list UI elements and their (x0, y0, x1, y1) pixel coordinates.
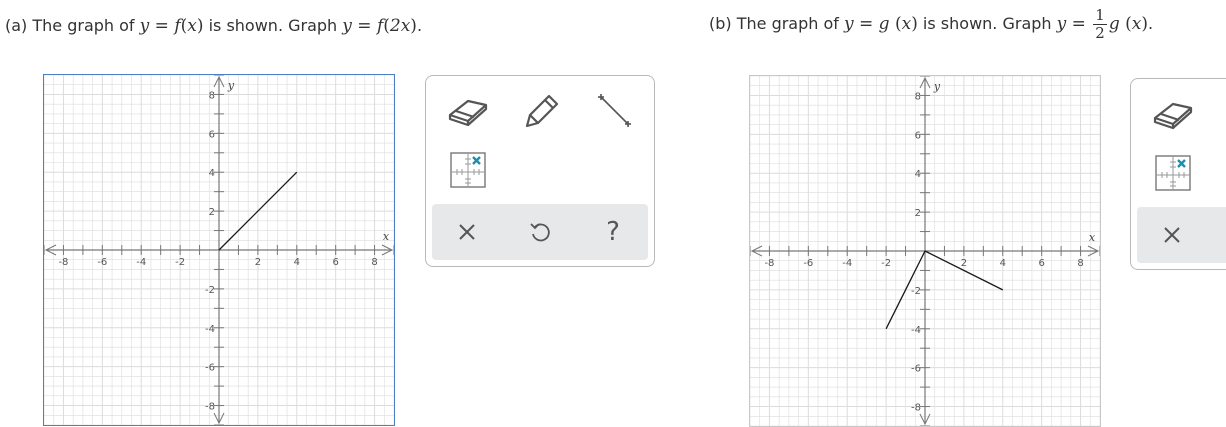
eraser-icon (1153, 102, 1193, 130)
action-bar-a: ? (432, 204, 648, 260)
pencil-tool-button[interactable] (515, 88, 567, 132)
graph-b-x-tick-label: 4 (1000, 258, 1006, 269)
graph-a-y-tick-label: -6 (205, 363, 215, 374)
graph-b-canvas[interactable]: -8 -6 -4 -2 2 4 6 8 8 6 4 2 -2 -4 -6 -8 x y (749, 75, 1101, 427)
prompt-b-prefix: (b) The graph of (709, 14, 844, 33)
graph-b-svg[interactable]: -8 -6 -4 -2 2 4 6 8 8 6 4 2 -2 -4 -6 -8 x y (750, 76, 1100, 426)
graph-a-y-tick-label: 4 (209, 168, 215, 179)
prompt-b-middle: is shown. Graph (917, 14, 1057, 33)
eraser-icon (448, 99, 488, 127)
clear-button-b[interactable] (1147, 213, 1197, 257)
graph-a-y-tick-label: 8 (209, 90, 215, 101)
prompt-a-middle: is shown. Graph (203, 16, 343, 35)
graph-b-x-tick-label: -8 (764, 258, 774, 269)
graph-a-x-axis-label: x (383, 230, 390, 243)
graph-a-x-tick-label: -4 (136, 257, 146, 268)
prompt-b-given-equation: y = g (x) (844, 14, 918, 34)
grid-point-tool-button-b[interactable] (1147, 151, 1199, 195)
graph-b-y-tick-label: -6 (911, 364, 921, 375)
graph-b-y-tick-label: -2 (911, 286, 921, 297)
close-icon (459, 224, 475, 240)
eraser-tool-button[interactable] (442, 88, 494, 132)
graph-a-x-tick-label: -6 (97, 257, 107, 268)
graph-b-x-tick-label: 6 (1038, 258, 1044, 269)
graph-b-x-tick-label: -4 (842, 258, 852, 269)
graph-b-y-tick-label: -8 (911, 403, 921, 414)
grid-point-icon (1155, 155, 1191, 191)
one-half-fraction: 12 (1093, 6, 1107, 42)
graph-a-y-tick-label: 6 (209, 129, 215, 140)
graph-b-x-tick-label: -6 (803, 258, 813, 269)
graph-b-y-tick-label: 8 (915, 91, 921, 102)
undo-button[interactable] (515, 210, 565, 254)
help-icon: ? (606, 217, 620, 247)
prompt-b: (b) The graph of y = g (x) is shown. Gra… (709, 7, 1153, 42)
graph-b-y-axis-label: y (933, 80, 941, 93)
action-bar-b (1137, 207, 1226, 263)
graph-b-y-tick-label: 2 (915, 208, 921, 219)
graph-a-y-tick-label: -8 (205, 402, 215, 413)
graph-b-x-tick-label: 2 (961, 258, 967, 269)
graph-a-y-tick-label: -2 (205, 285, 215, 296)
prompt-b-suffix: . (1148, 14, 1154, 33)
prompt-a-given-equation: y = f(x) (139, 16, 204, 36)
prompt-b-target-equation: y = 12g (x) (1056, 6, 1149, 42)
graph-a-y-axis-label: y (227, 79, 235, 92)
prompt-a-target-equation: y = f(2x) (342, 16, 417, 36)
graph-a-x-tick-label: 6 (332, 257, 338, 268)
graph-a-x-tick-label: 4 (294, 257, 300, 268)
grid-point-tool-button[interactable] (442, 148, 494, 192)
help-button[interactable]: ? (588, 210, 638, 254)
prompt-a: (a) The graph of y = f(x) is shown. Grap… (5, 16, 422, 36)
line-segment-tool-button[interactable] (588, 88, 640, 132)
graph-b-y-tick-label: 6 (915, 130, 921, 141)
grid-point-icon (450, 152, 486, 188)
prompt-a-prefix: (a) The graph of (5, 16, 140, 35)
graph-a-canvas[interactable]: -8 -6 -4 -2 2 4 6 8 8 6 4 2 -2 -4 -6 -8 x y (43, 74, 395, 426)
line-segment-icon (598, 94, 631, 127)
toolbox-b (1130, 78, 1226, 270)
toolbox-a: ? (425, 75, 655, 267)
graph-b-x-tick-label: -2 (881, 258, 891, 269)
close-icon (1164, 227, 1180, 243)
pencil-icon (525, 94, 559, 128)
graph-b-y-tick-label: -4 (911, 325, 921, 336)
clear-button[interactable] (442, 210, 492, 254)
graph-a-x-tick-label: -8 (58, 257, 68, 268)
undo-icon (530, 223, 550, 242)
graph-a-x-tick-label: 8 (371, 257, 377, 268)
graph-a-x-tick-label: -2 (175, 257, 185, 268)
graph-b-x-axis-label: x (1089, 231, 1096, 244)
graph-a-x-tick-label: 2 (255, 257, 261, 268)
graph-b-x-tick-label: 8 (1077, 258, 1083, 269)
graph-a-y-tick-label: -4 (205, 324, 215, 335)
graph-a-y-tick-label: 2 (209, 207, 215, 218)
prompt-a-suffix: . (416, 16, 423, 35)
graph-b-y-tick-label: 4 (915, 169, 921, 180)
graph-a-svg[interactable]: -8 -6 -4 -2 2 4 6 8 8 6 4 2 -2 -4 -6 -8 x y (44, 75, 394, 425)
eraser-tool-button-b[interactable] (1147, 91, 1199, 135)
